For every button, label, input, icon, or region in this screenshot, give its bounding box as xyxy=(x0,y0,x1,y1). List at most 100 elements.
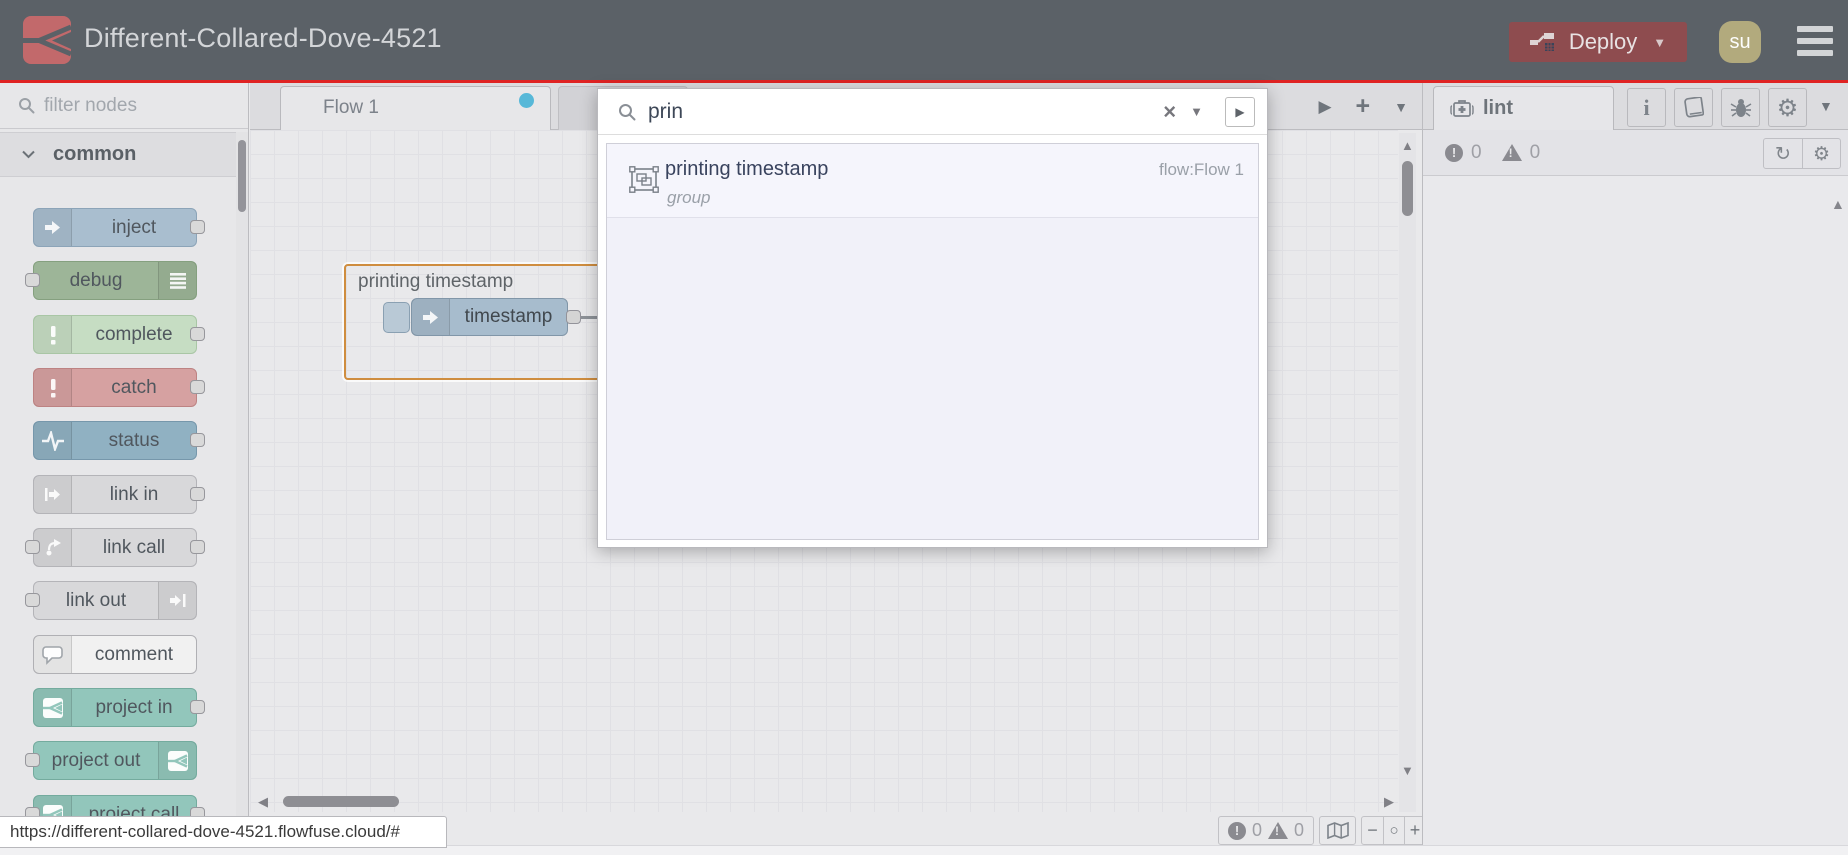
palette-node-comment[interactable]: comment xyxy=(33,635,197,674)
lint-settings-button[interactable]: ⚙ xyxy=(1802,139,1840,168)
scrollbar-thumb[interactable] xyxy=(1402,161,1413,216)
add-flow-button[interactable]: + xyxy=(1356,92,1371,121)
search-bar: × ▼ ▶ xyxy=(598,89,1267,135)
refresh-button[interactable]: ↻ xyxy=(1764,139,1802,168)
info-icon: i xyxy=(1643,94,1650,120)
info-tab-button[interactable]: i xyxy=(1627,88,1666,127)
result-type-label: group xyxy=(667,188,711,207)
search-options-caret-icon[interactable]: ▼ xyxy=(1190,104,1203,119)
output-port[interactable] xyxy=(190,327,205,341)
palette-node-project-out[interactable]: project out xyxy=(25,741,197,780)
debug-tab-button[interactable] xyxy=(1721,88,1760,127)
palette-node-link-call[interactable]: link call xyxy=(25,528,205,567)
canvas-issue-badge[interactable]: ! 0 0 xyxy=(1218,816,1315,845)
scrollbar-thumb[interactable] xyxy=(283,796,399,807)
clear-search-icon[interactable]: × xyxy=(1163,99,1176,125)
browser-status-url: https://different-collared-dove-4521.flo… xyxy=(0,816,447,848)
search-expand-button[interactable]: ▶ xyxy=(1225,96,1255,127)
navigator-map-button[interactable] xyxy=(1319,816,1357,845)
search-result-item[interactable]: printing timestamp flow:Flow 1 group xyxy=(607,144,1258,218)
canvas-footer-controls: ! 0 0 − ○ + xyxy=(1218,816,1427,845)
palette-node-catch[interactable]: catch xyxy=(33,368,205,407)
result-flow-label: flow:Flow 1 xyxy=(1158,160,1244,179)
scroll-right-icon[interactable]: ▶ xyxy=(1384,794,1394,810)
palette-filter-input[interactable] xyxy=(44,94,214,117)
canvas-horizontal-scrollbar[interactable]: ◀ ▶ xyxy=(258,793,1398,810)
instance-title: Different-Collared-Dove-4521 xyxy=(84,23,442,53)
inject-node-timestamp[interactable]: timestamp xyxy=(411,298,568,336)
output-port[interactable] xyxy=(190,700,205,714)
palette-filter[interactable] xyxy=(0,83,248,129)
tab-scroll-right-icon[interactable]: ▶ xyxy=(1318,97,1331,117)
palette-node-link-out[interactable]: link out xyxy=(25,581,197,620)
palette-category-common[interactable]: common xyxy=(0,132,236,177)
lint-actions: ↻ ⚙ xyxy=(1763,138,1841,169)
deploy-options-caret-icon[interactable]: ▼ xyxy=(1653,35,1666,50)
book-icon xyxy=(1683,96,1704,119)
palette-node-label: comment xyxy=(94,643,174,665)
output-port[interactable] xyxy=(190,487,205,501)
deploy-button[interactable]: Deploy ▼ xyxy=(1509,22,1687,62)
sidebar-menu-caret-icon[interactable]: ▼ xyxy=(1819,98,1833,114)
palette-node-label: link call xyxy=(102,536,166,558)
palette-node-inject[interactable]: inject xyxy=(33,208,205,247)
menu-bar-icon xyxy=(1797,50,1833,56)
user-avatar[interactable]: su xyxy=(1719,21,1761,63)
search-input[interactable] xyxy=(648,99,1152,124)
output-port[interactable] xyxy=(190,380,205,394)
scroll-down-icon[interactable]: ▼ xyxy=(1401,763,1414,778)
sidebar-scroll-up-icon[interactable]: ▲ xyxy=(1831,196,1845,212)
output-port[interactable] xyxy=(190,540,205,554)
node-palette: common ▼ xyxy=(0,83,249,845)
inject-trigger-button[interactable] xyxy=(383,302,410,333)
scrollbar-thumb[interactable] xyxy=(238,140,246,212)
tab-label: Flow 1 xyxy=(323,97,379,118)
deploy-icon xyxy=(1529,32,1557,53)
palette-node-status[interactable]: status xyxy=(33,421,205,460)
node-label: timestamp xyxy=(464,306,553,327)
palette-node-label: inject xyxy=(111,216,157,238)
debug-lines-icon xyxy=(158,262,196,299)
palette-node-link-in[interactable]: link in xyxy=(33,475,205,514)
palette-node-debug[interactable]: debug xyxy=(25,261,197,300)
palette-node-label: catch xyxy=(111,376,157,398)
input-port[interactable] xyxy=(25,753,40,767)
sidebar-tabbar: lint i ⚙ ▼ xyxy=(1423,83,1848,130)
link-in-icon xyxy=(34,476,72,513)
scroll-left-icon[interactable]: ◀ xyxy=(258,794,268,810)
search-results: printing timestamp flow:Flow 1 group xyxy=(606,143,1259,540)
flowfuse-logo-icon xyxy=(22,15,72,65)
lint-error-count: 0 xyxy=(1471,141,1482,163)
lint-warning-count: 0 xyxy=(1529,141,1541,163)
palette-node-label: project in xyxy=(95,696,173,718)
main-menu-button[interactable] xyxy=(1797,26,1833,56)
zoom-out-button[interactable]: − xyxy=(1362,817,1383,844)
sidebar-tab-lint[interactable]: lint xyxy=(1433,86,1614,130)
scroll-up-icon[interactable]: ▲ xyxy=(1401,138,1414,153)
zoom-reset-button[interactable]: ○ xyxy=(1383,817,1404,844)
palette-node-label: link out xyxy=(65,589,127,611)
output-port[interactable] xyxy=(190,220,205,234)
tab-flow-1[interactable]: Flow 1 xyxy=(280,86,551,130)
input-port[interactable] xyxy=(25,593,40,607)
palette-node-complete[interactable]: complete xyxy=(33,315,205,354)
deploy-label: Deploy xyxy=(1568,29,1638,54)
gear-icon: ⚙ xyxy=(1776,93,1799,122)
canvas-vertical-scrollbar[interactable]: ▲ ▼ xyxy=(1399,133,1416,812)
output-port[interactable] xyxy=(190,433,205,447)
inject-arrow-icon xyxy=(412,299,450,335)
warning-triangle-icon xyxy=(1268,822,1289,839)
input-port[interactable] xyxy=(25,273,40,287)
help-tab-button[interactable] xyxy=(1674,88,1713,127)
link-out-icon xyxy=(158,582,196,619)
tab-list-caret-icon[interactable]: ▼ xyxy=(1394,99,1408,115)
tab-toolbar: ▶ + ▼ xyxy=(1318,83,1408,130)
node-output-port[interactable] xyxy=(566,310,581,324)
palette-node-label: complete xyxy=(95,323,173,345)
comment-bubble-icon xyxy=(34,636,72,673)
palette-scrollbar[interactable]: ▼ xyxy=(228,132,248,845)
config-nodes-tab-button[interactable]: ⚙ xyxy=(1768,88,1807,127)
palette-node-project-in[interactable]: project in xyxy=(33,688,205,727)
error-circle-icon: ! xyxy=(1445,143,1463,162)
input-port[interactable] xyxy=(25,540,40,554)
